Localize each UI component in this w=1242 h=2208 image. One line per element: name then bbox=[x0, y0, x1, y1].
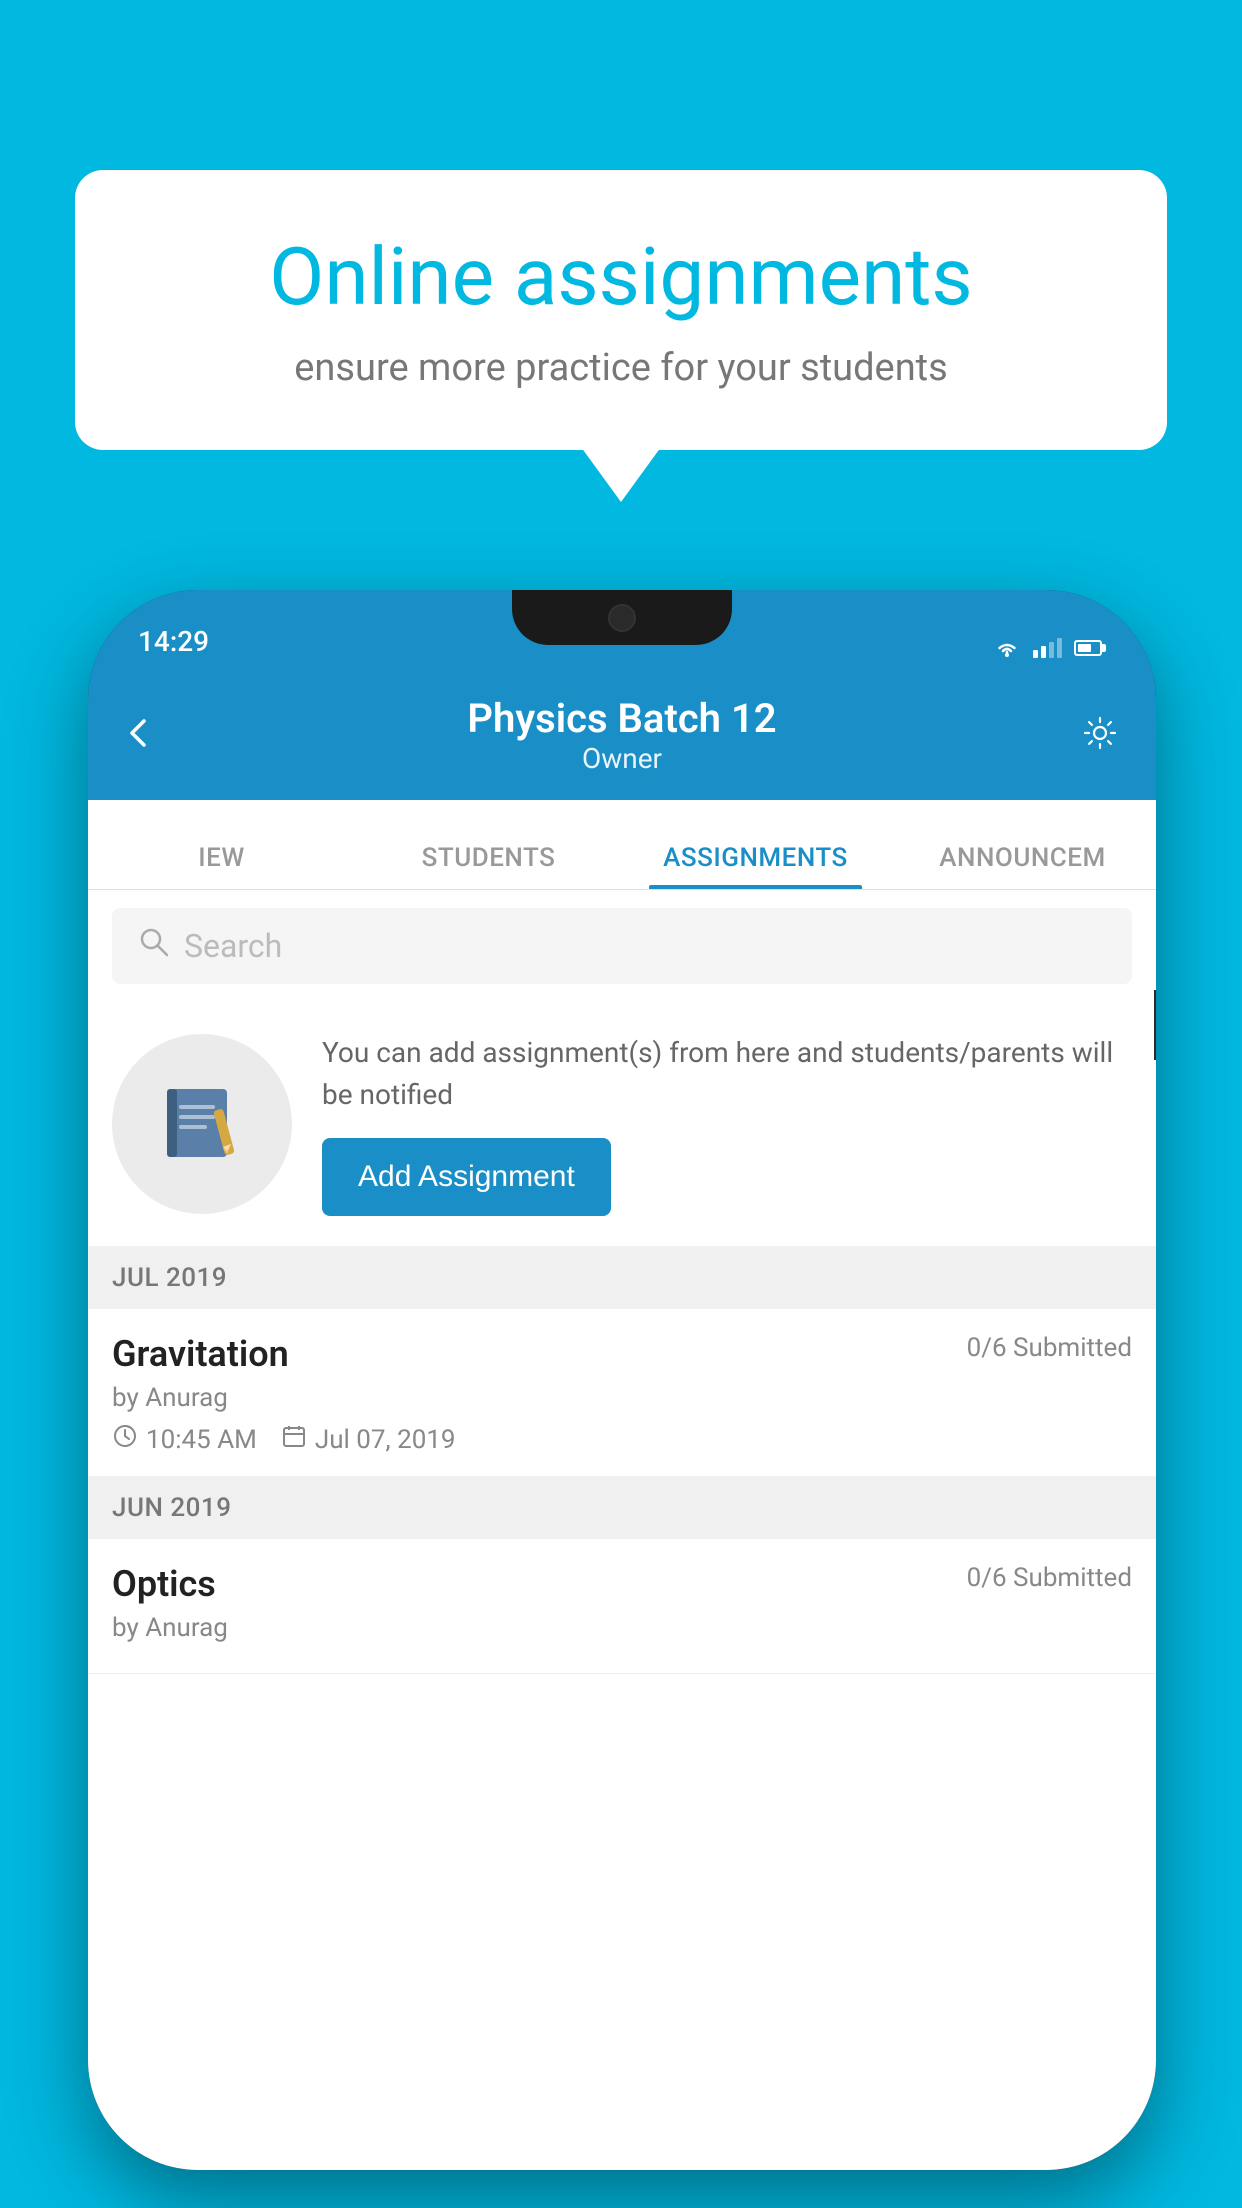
phone-frame: 14:29 bbox=[88, 590, 1156, 2170]
assignment-time: 10:45 AM bbox=[146, 1425, 257, 1455]
tab-iew[interactable]: IEW bbox=[88, 843, 355, 889]
speech-bubble: Online assignments ensure more practice … bbox=[75, 170, 1167, 450]
header-subtitle: Owner bbox=[467, 742, 776, 775]
assignment-icon-circle bbox=[112, 1034, 292, 1214]
section-jul-2019: JUL 2019 bbox=[88, 1247, 1156, 1309]
page-background: Online assignments ensure more practice … bbox=[0, 0, 1242, 2208]
phone-side-button bbox=[1154, 990, 1156, 1060]
phone-notch bbox=[512, 590, 732, 645]
tabs-bar: IEW STUDENTS ASSIGNMENTS ANNOUNCEM bbox=[88, 800, 1156, 890]
info-description: You can add assignment(s) from here and … bbox=[322, 1032, 1132, 1116]
search-icon bbox=[138, 926, 170, 966]
bubble-title: Online assignments bbox=[145, 230, 1097, 324]
bubble-subtitle: ensure more practice for your students bbox=[145, 346, 1097, 390]
search-container: Search bbox=[88, 890, 1156, 1002]
assignment-submitted-optics: 0/6 Submitted bbox=[967, 1563, 1132, 1593]
tab-students[interactable]: STUDENTS bbox=[355, 843, 622, 889]
assignment-author-optics: by Anurag bbox=[112, 1613, 1132, 1643]
section-jun-2019: JUN 2019 bbox=[88, 1477, 1156, 1539]
notebook-icon bbox=[157, 1079, 247, 1169]
phone-content: Search bbox=[88, 890, 1156, 2170]
assignment-submitted-gravitation: 0/6 Submitted bbox=[967, 1333, 1132, 1363]
header-title-group: Physics Batch 12 Owner bbox=[467, 695, 776, 775]
assignment-row-optics-top: Optics 0/6 Submitted bbox=[112, 1563, 1132, 1605]
calendar-icon bbox=[281, 1423, 307, 1456]
header-title: Physics Batch 12 bbox=[467, 695, 776, 742]
clock-icon bbox=[112, 1423, 138, 1456]
search-placeholder: Search bbox=[184, 927, 282, 965]
assignment-row-gravitation[interactable]: Gravitation 0/6 Submitted by Anurag 10:4… bbox=[88, 1309, 1156, 1477]
assignment-name-optics: Optics bbox=[112, 1563, 216, 1605]
speech-bubble-wrapper: Online assignments ensure more practice … bbox=[75, 170, 1167, 450]
assignment-name-gravitation: Gravitation bbox=[112, 1333, 289, 1375]
status-icons bbox=[993, 638, 1106, 658]
wifi-icon bbox=[993, 638, 1021, 658]
assignment-row-top: Gravitation 0/6 Submitted bbox=[112, 1333, 1132, 1375]
info-card: You can add assignment(s) from here and … bbox=[88, 1002, 1156, 1247]
time-item: 10:45 AM bbox=[112, 1423, 257, 1456]
battery-icon bbox=[1074, 640, 1106, 656]
tab-announcements[interactable]: ANNOUNCEM bbox=[889, 843, 1156, 889]
search-bar[interactable]: Search bbox=[112, 908, 1132, 984]
date-item: Jul 07, 2019 bbox=[281, 1423, 456, 1456]
back-button[interactable] bbox=[122, 711, 154, 760]
signal-icon bbox=[1033, 638, 1062, 658]
assignment-author-gravitation: by Anurag bbox=[112, 1383, 1132, 1413]
settings-button[interactable] bbox=[1078, 711, 1122, 759]
assignment-row-optics[interactable]: Optics 0/6 Submitted by Anurag bbox=[88, 1539, 1156, 1674]
assignment-date: Jul 07, 2019 bbox=[315, 1425, 456, 1455]
app-header: Physics Batch 12 Owner bbox=[88, 670, 1156, 800]
phone-camera bbox=[608, 604, 636, 632]
status-time: 14:29 bbox=[138, 625, 209, 658]
tab-assignments[interactable]: ASSIGNMENTS bbox=[622, 843, 889, 889]
assignment-time-date-gravitation: 10:45 AM Jul 07, 2019 bbox=[112, 1423, 1132, 1456]
info-text-group: You can add assignment(s) from here and … bbox=[322, 1032, 1132, 1216]
add-assignment-button[interactable]: Add Assignment bbox=[322, 1138, 611, 1216]
